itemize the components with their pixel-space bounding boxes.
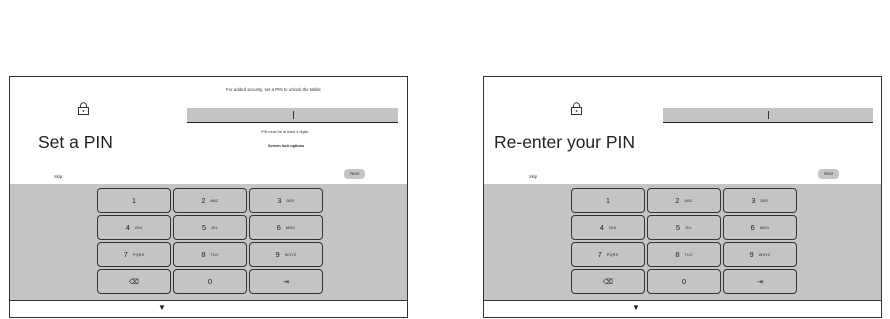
back-arrow-icon[interactable]: ▼ — [632, 303, 640, 312]
key-4[interactable]: 4 GHI — [571, 215, 645, 240]
key-0[interactable]: 0 — [173, 269, 247, 294]
key-3[interactable]: 3 DEF — [723, 188, 797, 213]
text-caret — [768, 111, 769, 119]
lock-icon — [571, 102, 582, 115]
key-1[interactable]: 1 — [571, 188, 645, 213]
key-7[interactable]: 7 PQRS — [97, 242, 171, 267]
text-caret — [292, 111, 294, 119]
page-title: Re-enter your PIN — [494, 132, 636, 152]
key-5[interactable]: 5 JKL — [647, 215, 721, 240]
backspace-key[interactable]: ⌫ — [571, 269, 645, 294]
key-5[interactable]: 5 JKL — [173, 215, 247, 240]
key-8[interactable]: 8 TUV — [647, 242, 721, 267]
backspace-icon: ⌫ — [603, 278, 613, 286]
tab-key[interactable]: ⇥ — [249, 269, 323, 294]
pin-input[interactable] — [663, 108, 873, 123]
key-3[interactable]: 3 DEF — [249, 188, 323, 213]
pin-requirement-note: PIN must be at least 4 digits — [261, 130, 309, 134]
pin-input[interactable] — [187, 108, 398, 123]
key-4[interactable]: 4 GHI — [97, 215, 171, 240]
numeric-keypad: 1 2 ABC 3 DEF 4 GHI 5 JKL 6 MNO 7 PQRS 8 TUV 9W… — [484, 184, 881, 300]
pin-hint: For added security, set a PIN to unlock … — [226, 87, 321, 92]
key-0[interactable]: 0 — [647, 269, 721, 294]
backspace-icon: ⌫ — [129, 278, 139, 286]
skip-button[interactable]: Skip — [54, 174, 62, 179]
numeric-keypad: 1 2 ABC 3 DEF 4 GHI 5 JKL 6 MNO 7 PQRS 8 TUV 9W… — [10, 184, 407, 300]
key-6[interactable]: 6 MNO — [249, 215, 323, 240]
key-9[interactable]: 9 WXYZ — [723, 242, 797, 267]
tab-icon: ⇥ — [757, 278, 763, 286]
screen-lock-options-link[interactable]: Screen lock options — [268, 144, 304, 148]
key-2[interactable]: 2 ABC — [647, 188, 721, 213]
back-arrow-icon[interactable]: ▼ — [158, 303, 166, 312]
key-1[interactable]: 1 — [97, 188, 171, 213]
backspace-key[interactable]: ⌫ — [97, 269, 171, 294]
page-title: Set a PIN — [38, 132, 113, 152]
reenter-pin-screen: Re-enter your PIN Skip Next 1 2 ABC 3 DEF … — [483, 76, 882, 318]
next-button[interactable]: Next — [818, 169, 839, 179]
skip-button[interactable]: Skip — [529, 174, 537, 179]
set-pin-screen: Set a PIN For added security, set a PIN … — [9, 76, 408, 318]
navigation-bar: ▼ — [10, 300, 407, 317]
key-7[interactable]: 7 PQRS — [571, 242, 645, 267]
lock-icon — [78, 102, 89, 115]
navigation-bar: ▼ — [484, 300, 881, 317]
tab-key[interactable]: ⇥ — [723, 269, 797, 294]
key-2[interactable]: 2 ABC — [173, 188, 247, 213]
key-8[interactable]: 8 TUV — [173, 242, 247, 267]
tab-icon: ⇥ — [283, 278, 289, 286]
next-button[interactable]: Next — [344, 169, 365, 179]
key-9[interactable]: 9 WXYZ — [249, 242, 323, 267]
key-6[interactable]: 6 MNO — [723, 215, 797, 240]
